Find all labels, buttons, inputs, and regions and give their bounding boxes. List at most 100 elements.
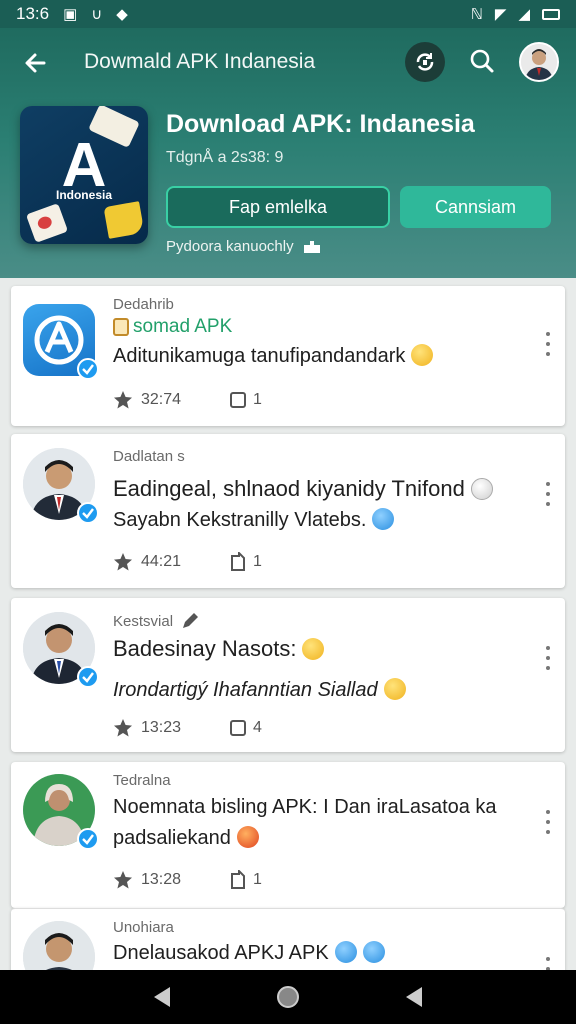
card-text-2: Irondartigý Ihafanntian Siallad [113,678,406,702]
source-chip-icon [113,318,129,336]
share-count: 1 [253,871,262,888]
app-notification-icon: ∪ [91,6,103,23]
card-author: Dadlatan s [113,448,185,465]
star-icon [114,391,132,409]
sync-icon [416,53,434,71]
mute-icon: ℕ [470,6,483,23]
nav-back-icon[interactable] [153,987,170,1007]
app-title: Download APK: Indanesia [166,110,475,138]
status-bar: 13:6 ▣ ∪ ◆ ℕ ◤ ◢ [0,0,576,28]
app-header: Dowmald APK Indanesia A Indonesia Downlo… [0,28,576,278]
feed-card[interactable]: Dedahrib somad APK Aditunikamuga tanufip… [11,286,565,426]
rating-stat[interactable]: 13:23 [113,718,229,738]
rating-stat[interactable]: 13:28 [113,870,229,890]
feed-list: Dedahrib somad APK Aditunikamuga tanufip… [0,278,576,970]
feed-card[interactable]: Dadlatan s Eadingeal, shlnaod kiyanidy T… [11,434,565,588]
top-bar-title: Dowmald APK Indanesia [84,50,316,73]
emoji-icon [302,638,325,660]
person-photo-icon [23,921,95,970]
nav-recents-icon[interactable] [406,987,423,1007]
app-icon-caption: Indonesia [55,188,112,202]
more-options-icon[interactable] [543,646,553,670]
rating-value: 44:21 [141,553,182,570]
comment-stat[interactable]: 4 [229,719,262,737]
rating-stat[interactable]: 32:74 [113,390,229,410]
card-text-line: Dnelausakod APKJ APK [113,942,329,964]
card-text-line: Irondartigý Ihafanntian Siallad [113,679,378,701]
emoji-icon [236,826,259,848]
comment-icon [230,392,246,408]
card-text-2: Sayabn Kekstranilly Vlatebs. [113,508,395,532]
rating-value: 13:28 [141,871,182,888]
more-options-icon[interactable] [543,810,553,834]
primary-action-button[interactable]: Fap emlelka [166,186,390,228]
pencil-icon [183,613,199,628]
search-button[interactable] [462,42,502,82]
card-avatar[interactable] [23,774,99,850]
card-stats: 44:21 1 [113,552,262,572]
star-icon [114,871,132,889]
app-note: Pydoora kanuochly [166,238,322,255]
battery-icon [542,8,560,20]
card-author-label: Kestsvial [113,612,174,630]
comment-stat[interactable]: 1 [229,391,262,409]
verified-badge-icon [77,358,99,380]
feed-card[interactable]: Tedralna Noemnata bisling APK: I Dan ira… [11,762,565,908]
card-source[interactable]: somad APK [113,316,232,338]
share-count: 1 [253,553,262,570]
emoji-icon [372,508,395,530]
app-subtitle: TdgnÅ a 2s38: 9 [166,149,284,166]
emoji-icon [383,678,406,700]
sync-button[interactable] [405,42,445,82]
emoji-icon [470,478,493,500]
profile-avatar[interactable] [519,42,559,82]
more-options-icon[interactable] [543,957,553,970]
card-text: Eadingeal, shlnaod kiyanidy Tnifond [113,476,493,502]
rating-value: 32:74 [141,391,182,408]
emoji-icon [411,344,434,366]
share-stat[interactable]: 1 [229,552,262,572]
share-stat[interactable]: 1 [229,870,262,890]
rating-stat[interactable]: 44:21 [113,552,229,572]
nav-home-icon[interactable] [276,986,299,1008]
card-author: Unohiara [113,919,174,936]
feed-card[interactable]: Unohiara Dnelausakod APKJ APK [11,908,565,970]
card-avatar[interactable] [23,304,99,380]
verified-badge-icon [77,502,99,524]
card-author: Tedralna [113,772,171,789]
comment-count: 4 [253,719,262,736]
app-note-text: Pydoora kanuochly [166,238,294,255]
share-icon [231,552,245,571]
card-text-line: Badesinay Nasots: [113,636,297,661]
back-button[interactable] [20,46,54,80]
comment-count: 1 [253,391,262,408]
signal-icon: ◢ [518,6,530,23]
emoji-icon [362,941,385,963]
star-icon [114,553,132,571]
card-text: Dnelausakod APKJ APK [113,941,385,965]
share-icon [231,870,245,889]
secondary-action-button[interactable]: Cannsiam [400,186,551,228]
arrow-left-icon [25,53,46,73]
verified-badge-icon [77,828,99,850]
comment-icon [230,720,246,736]
rating-value: 13:23 [141,719,182,736]
feed-card[interactable]: Kestsvial Badesinay Nasots: Irondartigý … [11,598,565,752]
card-text-2: padsaliekand [113,826,259,850]
card-avatar[interactable] [23,612,99,688]
more-options-icon[interactable] [543,482,553,506]
card-author: Dedahrib [113,296,174,313]
card-avatar[interactable] [23,448,99,524]
wifi-icon: ◤ [494,6,507,23]
card-text-line: Sayabn Kekstranilly Vlatebs. [113,509,367,531]
more-options-icon[interactable] [543,332,553,356]
clock: 13:6 [16,4,50,23]
card-text-line: Aditunikamuga tanufipandandark [113,345,406,367]
verified-badge-icon [77,666,99,688]
search-icon [470,49,494,73]
card-source-label: somad APK [133,316,233,337]
person-avatar-icon [521,44,557,80]
card-avatar[interactable] [23,921,97,970]
card-stats: 32:74 1 [113,390,262,410]
card-text-line: padsaliekand [113,827,231,849]
